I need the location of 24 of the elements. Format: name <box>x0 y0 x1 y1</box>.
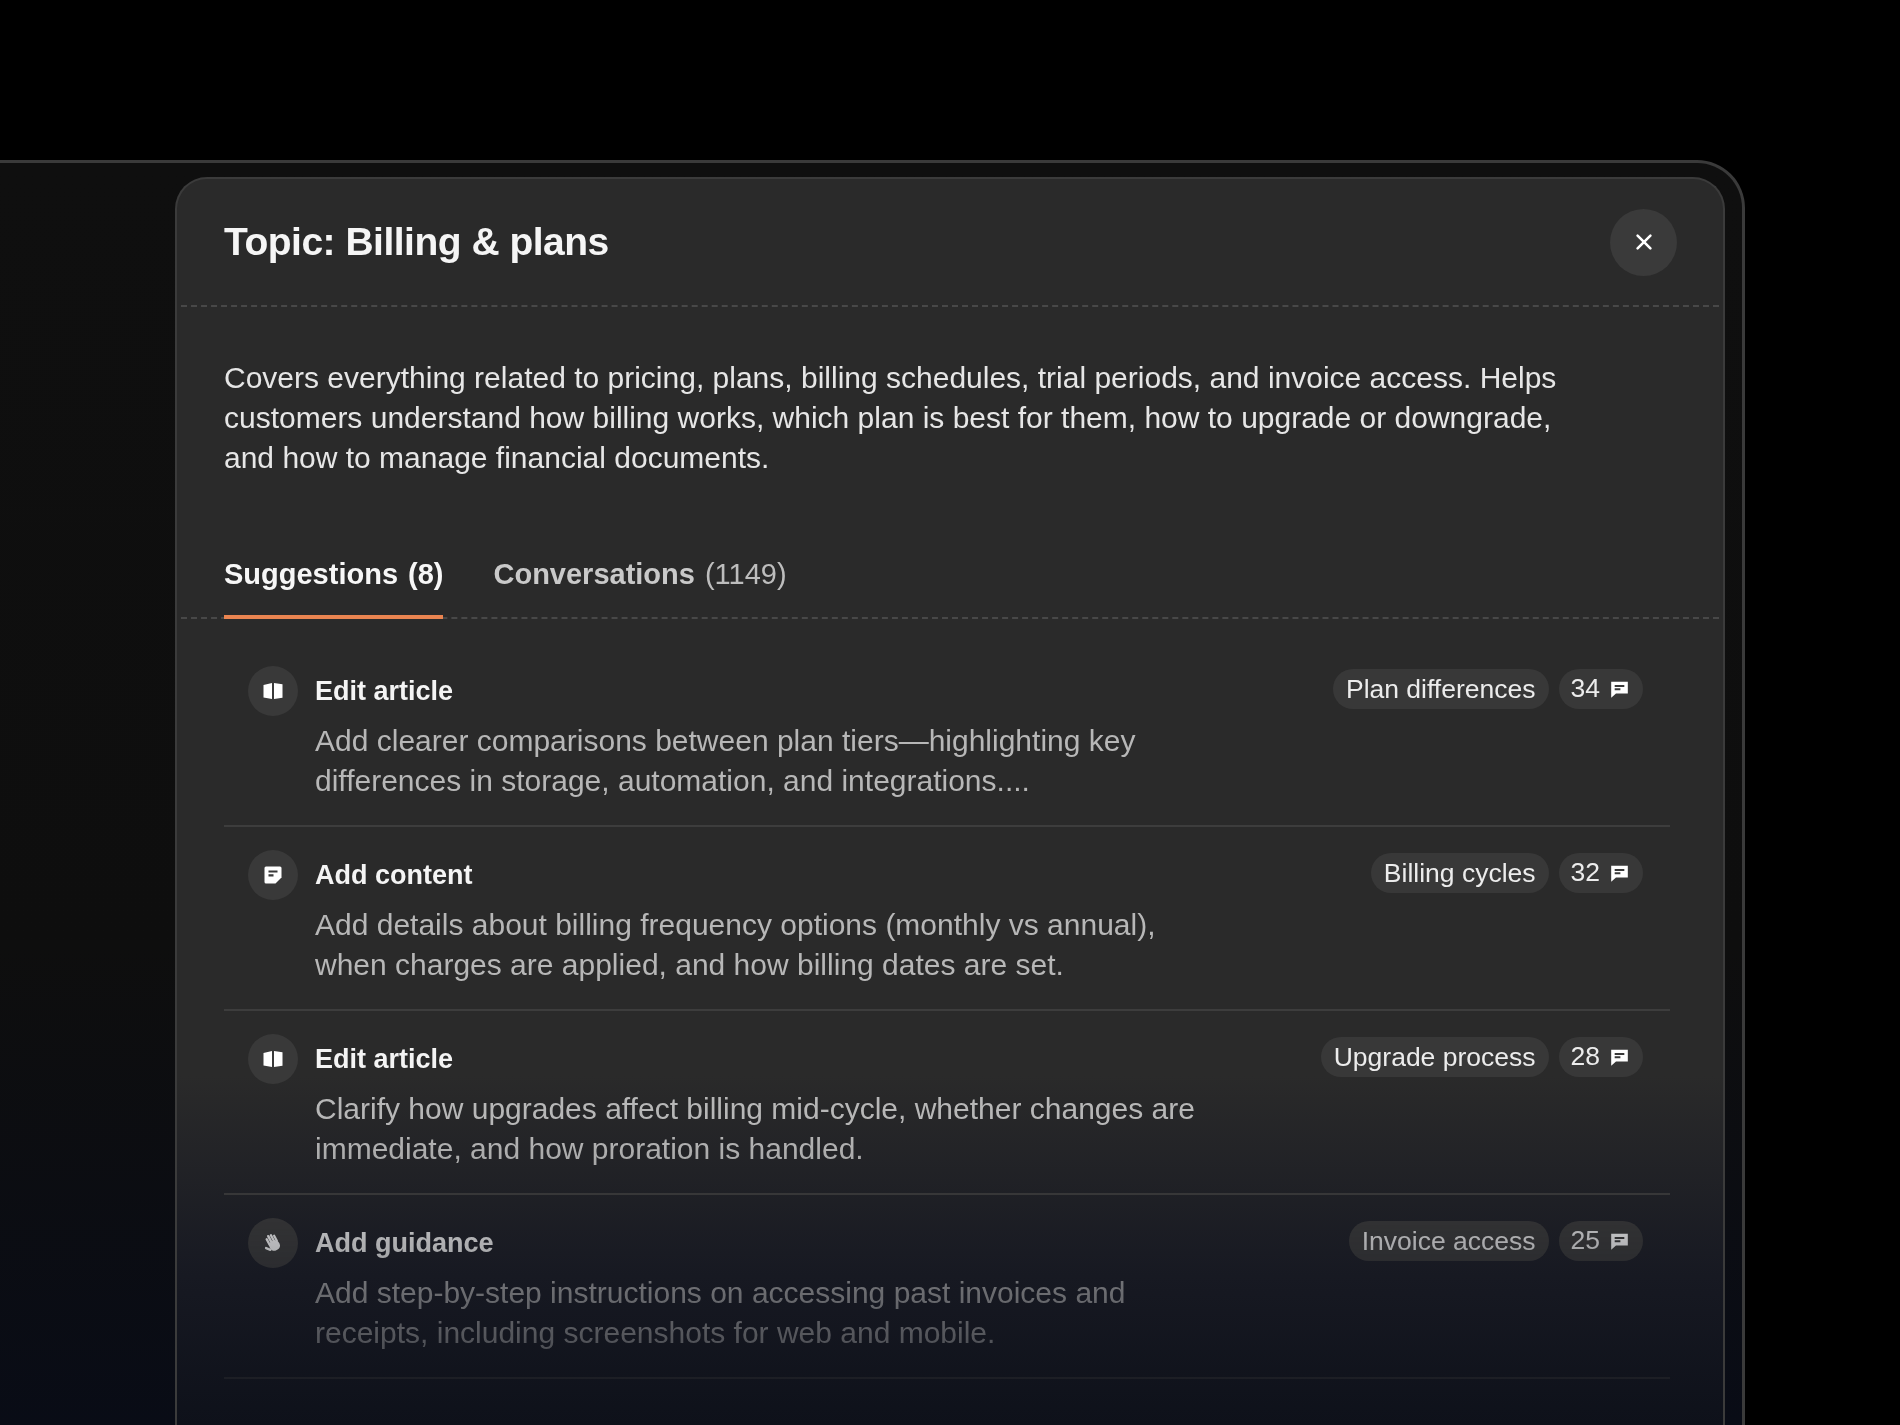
conversation-count: 28 <box>1570 1040 1600 1074</box>
tab[interactable]: Suggestions (8) <box>224 556 444 619</box>
suggestion-description: Clarify how upgrades affect billing mid-cycle, whether changes are immediate, and how proration is handled. <box>315 1091 1196 1167</box>
hand-icon <box>248 1218 298 1268</box>
suggestion-title: Edit article <box>315 1043 455 1076</box>
suggestion-title: Edit article <box>315 675 455 708</box>
conversation-count: 25 <box>1570 1224 1600 1258</box>
note-icon <box>248 850 298 900</box>
suggestion-description: Add clearer comparisons between plan tiers—highlighting key differences in storage, automation, and integrations.... <box>315 723 1137 799</box>
topic-description: Covers everything related to pricing, plans, billing schedules, trial periods, and invoice access. Helps customers understand how billing works, which plan is best for them, how to upgrade or downgrade, and how to manage financial documents. <box>223 360 1558 476</box>
suggestion-title: Add guidance <box>315 1227 495 1260</box>
suggestion-title: Add content <box>315 859 474 892</box>
topic-tag: Upgrade process <box>1320 1037 1549 1077</box>
topic-tag: Billing cycles <box>1370 853 1549 893</box>
suggestion-description: Add step-by-step instructions on accessing past invoices and receipts, including screenshots for web and mobile. <box>315 1275 1127 1351</box>
dialog-title: Topic: Billing & plans <box>224 218 609 265</box>
suggestion-description: Add details about billing frequency options (monthly vs annual), when charges are applied, and how billing dates are set. <box>315 907 1157 983</box>
conversation-count: 34 <box>1570 672 1600 706</box>
book-icon <box>248 666 298 716</box>
book-icon <box>248 1034 298 1084</box>
topic-tag: Plan differences <box>1332 669 1549 709</box>
tab[interactable]: Conversations (1149) <box>493 556 787 619</box>
conversation-count: 32 <box>1570 856 1600 890</box>
topic-tag: Invoice access <box>1348 1221 1549 1261</box>
